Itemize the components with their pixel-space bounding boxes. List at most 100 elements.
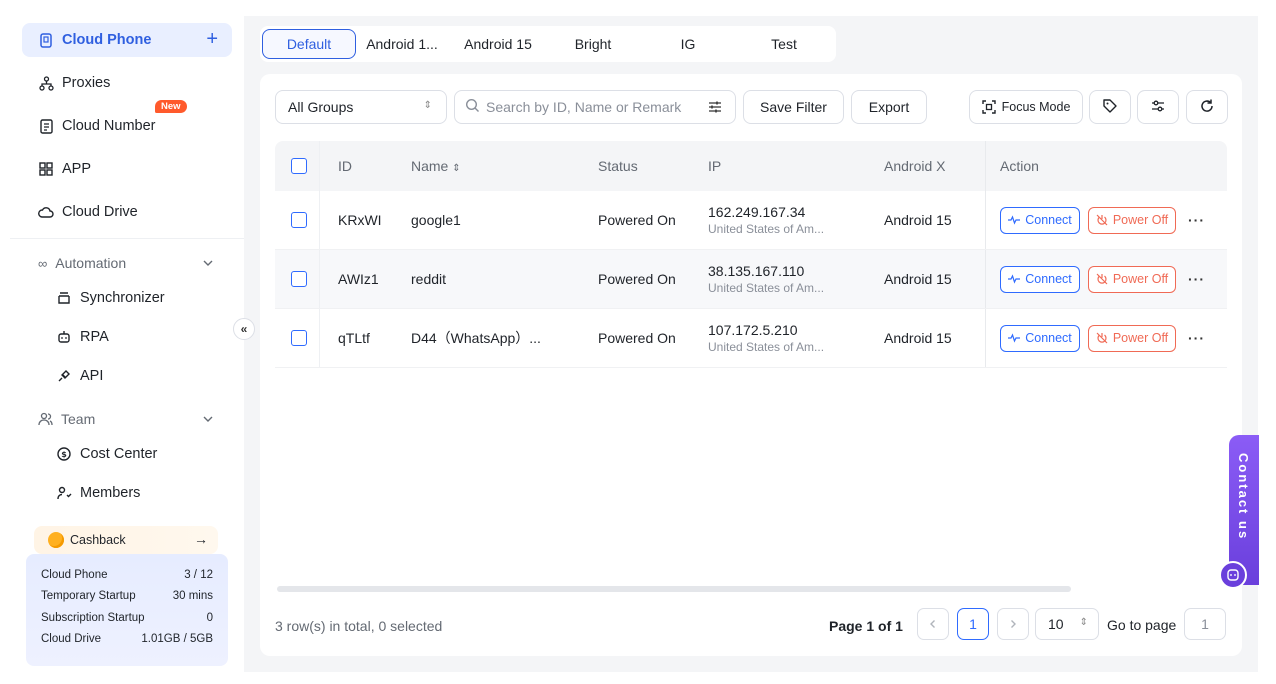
goto-page-input[interactable]: 1 <box>1184 608 1226 640</box>
prev-page-button[interactable] <box>917 608 949 640</box>
header-status: Status <box>598 158 638 174</box>
group-select-value: All Groups <box>288 99 354 115</box>
cell-ip: 162.249.167.34 United States of Am... <box>708 204 824 236</box>
chevron-down-icon <box>202 256 214 272</box>
sidebar-item-synchronizer[interactable]: Synchronizer <box>42 283 222 313</box>
row-checkbox[interactable] <box>291 330 307 346</box>
pulse-icon <box>1008 215 1021 225</box>
tab-android-15[interactable]: Android 15 <box>448 29 548 59</box>
cell-status: Powered On <box>598 271 676 287</box>
sidebar-item-members[interactable]: Members <box>42 478 222 508</box>
cell-name: reddit <box>411 271 447 287</box>
group-tabs: Default Android 1... Android 15 Bright I… <box>260 26 836 62</box>
select-all-checkbox[interactable] <box>291 158 307 174</box>
sliders-icon <box>1150 98 1166 117</box>
sidebar-item-label: APP <box>62 161 92 177</box>
tab-test[interactable]: Test <box>738 29 830 59</box>
add-icon[interactable]: + <box>206 29 218 49</box>
sidebar-item-label: Members <box>80 485 141 501</box>
filter-sliders-icon[interactable] <box>707 99 723 118</box>
usage-label: Cloud Drive <box>41 633 102 646</box>
power-off-button[interactable]: Power Off <box>1088 206 1176 234</box>
tab-bright[interactable]: Bright <box>548 29 638 59</box>
page-button-1[interactable]: 1 <box>957 608 989 640</box>
cell-name: D44（WhatsApp）... <box>411 330 541 346</box>
next-page-button[interactable] <box>997 608 1029 640</box>
connect-button[interactable]: Connect <box>1000 206 1080 234</box>
group-select[interactable]: All Groups ⇕ <box>275 90 447 124</box>
power-off-button[interactable]: Power Off <box>1088 265 1176 293</box>
sidebar-divider <box>10 238 244 239</box>
cell-android: Android 15 <box>884 271 952 287</box>
search-input[interactable]: Search by ID, Name or Remark <box>454 90 736 124</box>
sort-icon[interactable]: ⇕ <box>452 163 460 174</box>
more-icon[interactable]: ··· <box>1188 330 1205 346</box>
power-off-icon <box>1096 332 1108 344</box>
row-checkbox[interactable] <box>291 212 307 228</box>
coin-icon <box>48 532 64 548</box>
connect-button[interactable]: Connect <box>1000 265 1080 293</box>
cell-actions: Connect Power Off ··· <box>1000 324 1205 352</box>
cashback-banner[interactable]: Cashback → <box>34 526 218 554</box>
sidebar-item-api[interactable]: API <box>42 361 222 391</box>
cell-android: Android 15 <box>884 212 952 228</box>
table-row[interactable]: AWIz1 reddit Powered On 38.135.167.110 Un… <box>275 250 1227 309</box>
sidebar-item-app[interactable]: APP <box>22 152 232 186</box>
focus-mode-button[interactable]: Focus Mode <box>969 90 1083 124</box>
connect-label: Connect <box>1025 331 1072 345</box>
save-filter-button[interactable]: Save Filter <box>743 90 844 124</box>
tab-ig[interactable]: IG <box>638 29 738 59</box>
pulse-icon <box>1008 333 1021 343</box>
ip-location: United States of Am... <box>708 281 825 295</box>
sidebar-item-cost-center[interactable]: $ Cost Center <box>42 439 222 469</box>
connect-button[interactable]: Connect <box>1000 324 1080 352</box>
power-off-button[interactable]: Power Off <box>1088 324 1176 352</box>
sidebar-section-automation[interactable]: ∞ Automation <box>22 249 232 277</box>
chevron-right-icon <box>1008 616 1018 632</box>
column-divider <box>985 141 986 191</box>
more-icon[interactable]: ··· <box>1188 212 1205 228</box>
header-name[interactable]: Name ⇕ <box>411 158 461 174</box>
sidebar: Cloud Phone + Proxies Cloud Number New A… <box>0 0 244 684</box>
sidebar-item-rpa[interactable]: RPA <box>42 322 222 352</box>
content-panel: All Groups ⇕ Search by ID, Name or Remar… <box>260 74 1242 656</box>
settings-button[interactable] <box>1137 90 1179 124</box>
table-row[interactable]: qTLtf D44（WhatsApp）... Powered On 107.17… <box>275 309 1227 368</box>
sidebar-item-cloud-number[interactable]: Cloud Number New <box>22 100 232 143</box>
header-android: Android X <box>884 158 946 174</box>
main-area: Default Android 1... Android 15 Bright I… <box>244 16 1258 672</box>
page-size-select[interactable]: 10 ⇕ <box>1035 608 1099 640</box>
sidebar-item-label: API <box>80 368 104 384</box>
export-button[interactable]: Export <box>851 90 927 124</box>
column-divider <box>985 250 986 308</box>
team-icon <box>38 412 53 426</box>
collapse-sidebar-button[interactable]: « <box>233 318 255 340</box>
tab-android-1[interactable]: Android 1... <box>356 29 448 59</box>
refresh-button[interactable] <box>1186 90 1228 124</box>
tag-icon <box>1102 98 1118 117</box>
cell-status: Powered On <box>598 330 676 346</box>
cell-name: google1 <box>411 212 461 228</box>
header-id: ID <box>338 158 352 174</box>
chat-icon[interactable] <box>1219 561 1247 589</box>
usage-value: 3 / 12 <box>184 568 213 581</box>
sidebar-item-label: Cost Center <box>80 446 158 462</box>
row-checkbox[interactable] <box>291 271 307 287</box>
column-divider <box>985 191 986 249</box>
ip-address: 107.172.5.210 <box>708 322 798 338</box>
more-icon[interactable]: ··· <box>1188 271 1205 287</box>
tag-button[interactable] <box>1089 90 1131 124</box>
usage-label: Temporary Startup <box>41 590 136 603</box>
cashback-label: Cashback <box>70 533 126 547</box>
page-info: Page 1 of 1 <box>829 618 903 634</box>
column-divider <box>319 141 320 191</box>
tab-default[interactable]: Default <box>262 29 356 59</box>
sidebar-item-cloud-drive[interactable]: Cloud Drive <box>22 195 232 229</box>
power-off-icon <box>1096 214 1108 226</box>
sidebar-section-team[interactable]: Team <box>22 405 232 433</box>
sidebar-item-proxies[interactable]: Proxies <box>22 66 232 100</box>
table-row[interactable]: KRxWI google1 Powered On 162.249.167.34 U… <box>275 191 1227 250</box>
horizontal-scrollbar[interactable] <box>277 586 1071 592</box>
dollar-icon: $ <box>56 446 72 462</box>
sidebar-item-cloud-phone[interactable]: Cloud Phone + <box>22 23 232 57</box>
